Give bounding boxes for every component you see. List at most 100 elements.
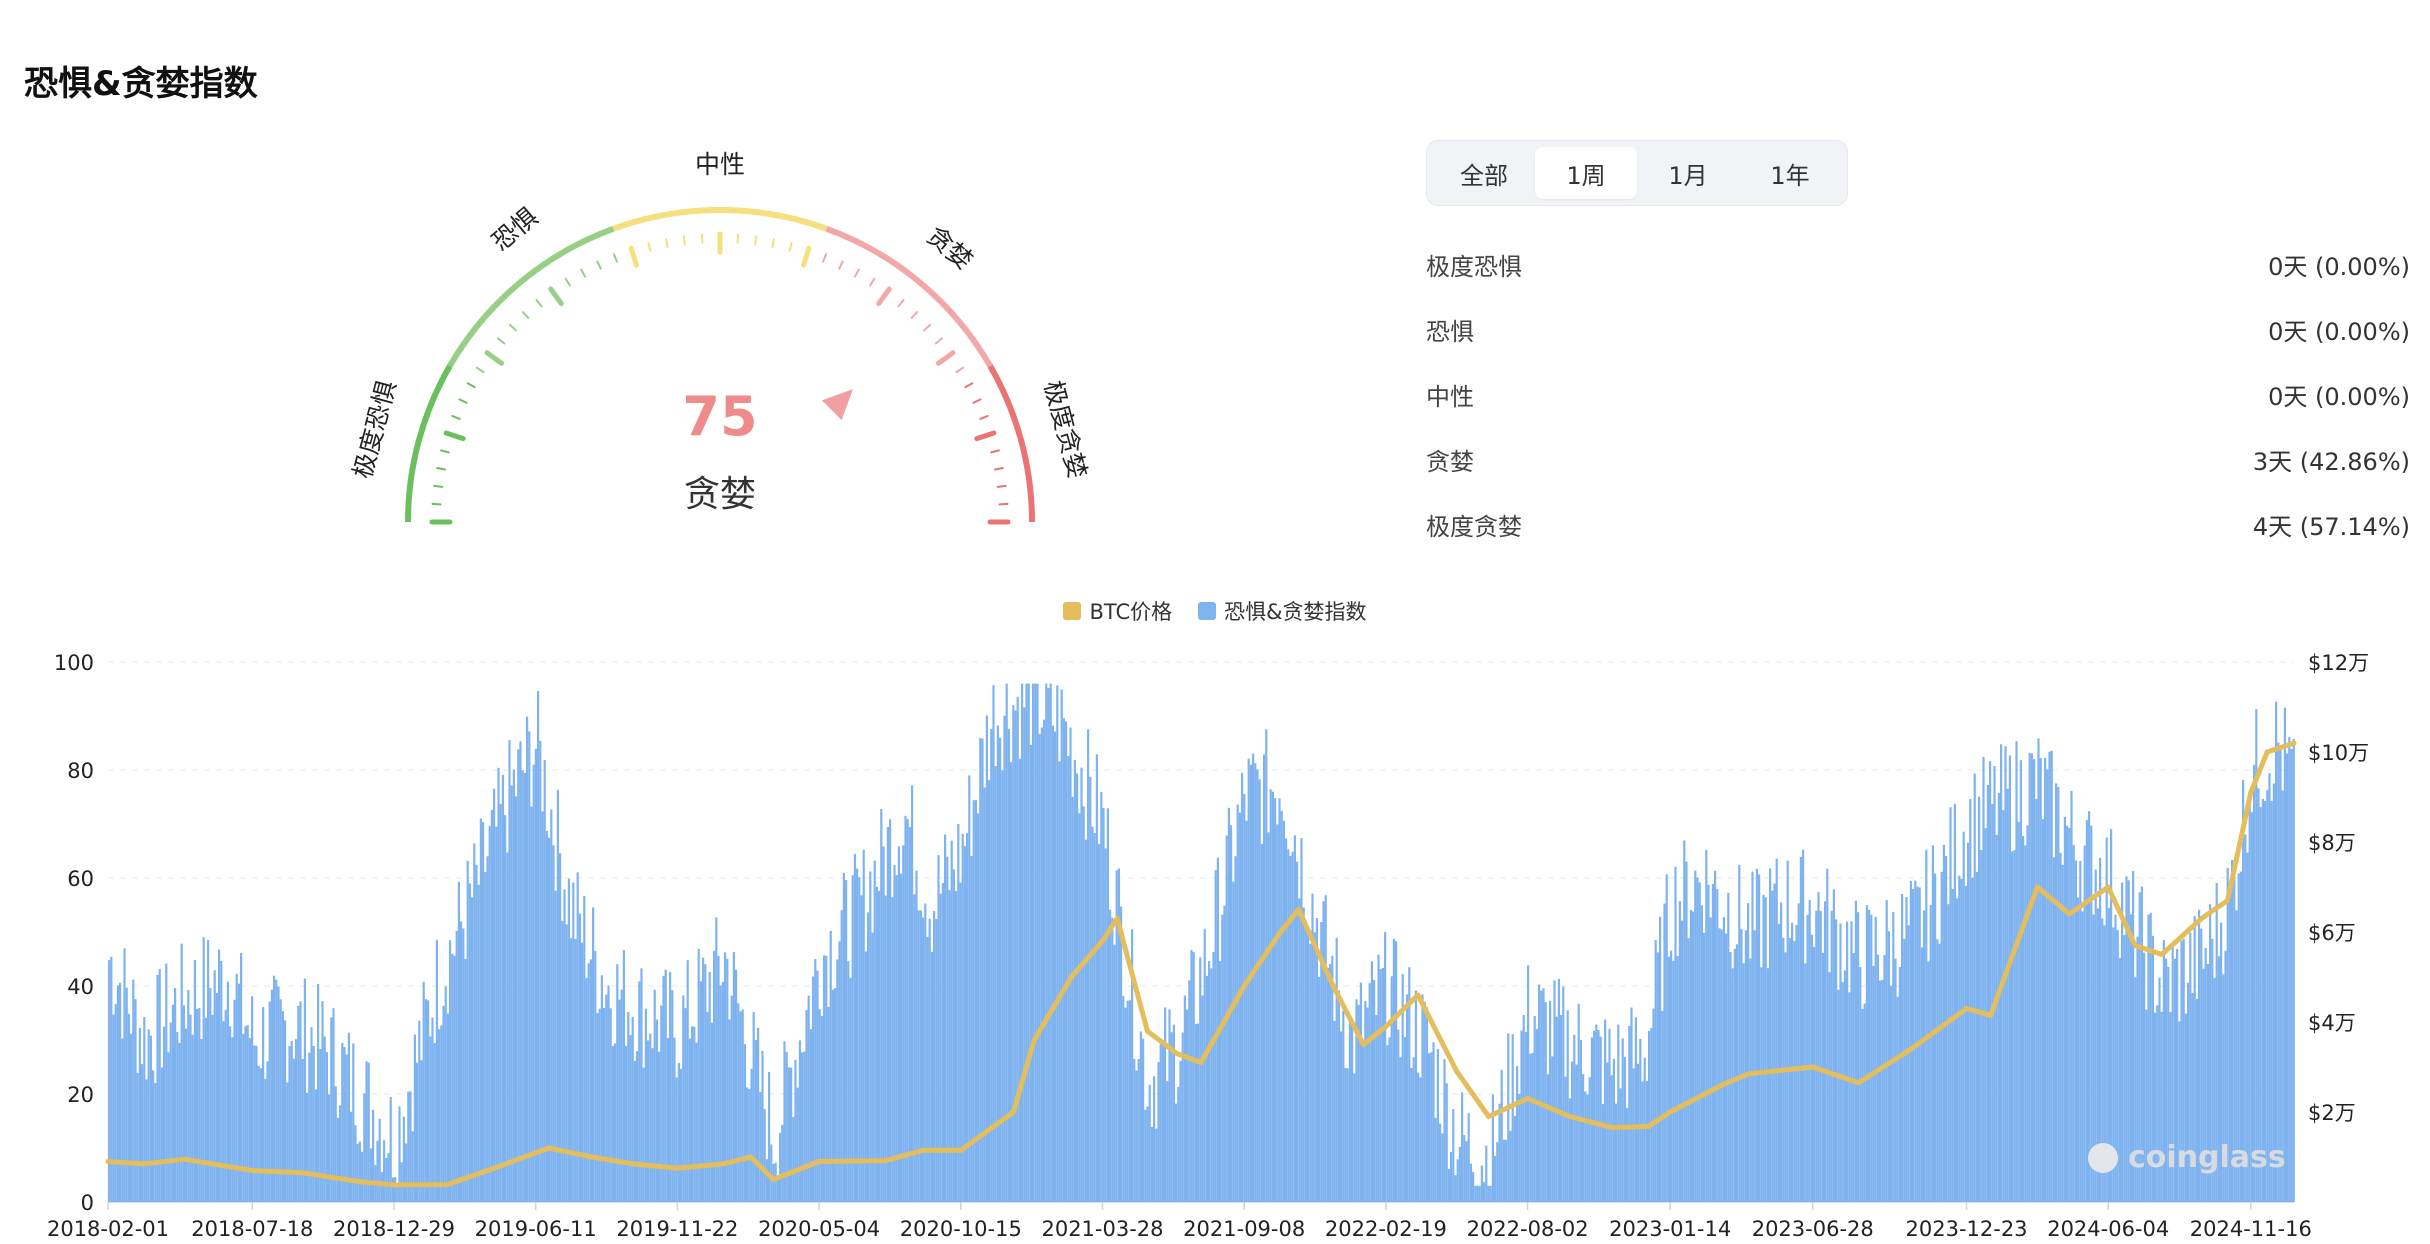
fear-greed-bar	[455, 930, 458, 1202]
fear-greed-bar	[1007, 728, 1010, 1202]
fear-greed-bar	[1513, 1116, 1516, 1202]
btc-price-point	[748, 1154, 754, 1160]
fear-greed-bar	[1546, 1074, 1549, 1202]
fear-greed-bar	[1205, 975, 1208, 1202]
fear-greed-bar	[1716, 889, 1719, 1202]
fear-greed-bar	[1313, 932, 1316, 1202]
fear-greed-bar	[1813, 947, 1816, 1202]
fear-greed-bar	[427, 1000, 430, 1202]
fear-greed-bar	[2008, 755, 2011, 1202]
fear-greed-bar	[286, 1082, 289, 1202]
fear-greed-bar	[1742, 963, 1745, 1202]
fear-greed-bar	[1586, 1094, 1589, 1202]
fear-greed-bar	[451, 953, 454, 1202]
y-left-tick-label: 80	[67, 759, 94, 783]
btc-price-point	[1964, 1006, 1970, 1011]
legend-swatch-fgi	[1198, 602, 1217, 620]
btc-price-point	[1144, 1028, 1150, 1034]
fear-greed-bar	[253, 1045, 256, 1202]
fear-greed-bar	[1522, 1014, 1525, 1202]
stat-label: 中性	[1426, 383, 1474, 411]
fear-greed-bar	[1575, 1064, 1578, 1202]
fear-greed-bar	[1428, 1053, 1431, 1202]
fear-greed-bar	[347, 1032, 350, 1202]
fear-greed-bar	[1133, 1058, 1136, 1202]
fear-greed-bar	[1674, 866, 1677, 1202]
fear-greed-bar	[1685, 861, 1688, 1202]
fear-greed-bar	[180, 943, 183, 1202]
fear-greed-bar	[539, 740, 542, 1202]
y-right-tick-label: $12万	[2308, 651, 2369, 675]
fear-greed-bar	[1795, 924, 1798, 1202]
fear-greed-bar	[1159, 1042, 1162, 1202]
fear-greed-bar	[1821, 952, 1824, 1202]
fear-greed-bar	[495, 826, 498, 1202]
tab-all[interactable]: 全部	[1433, 147, 1535, 199]
legend-item-fgi[interactable]: 恐惧&贪婪指数	[1198, 596, 1367, 626]
fear-greed-bar	[1654, 939, 1657, 1202]
fear-greed-bar	[2044, 757, 2047, 1202]
fear-greed-bar	[292, 1058, 295, 1202]
fear-greed-bar	[1076, 773, 1079, 1202]
fear-greed-bar	[1124, 1007, 1127, 1202]
fear-greed-bar	[1010, 762, 1013, 1202]
fear-greed-bar	[1652, 1008, 1655, 1202]
fear-greed-bar	[746, 1087, 749, 1202]
fear-greed-bar	[339, 1105, 342, 1202]
fear-greed-bar	[116, 985, 119, 1202]
btc-price-point	[1241, 983, 1247, 989]
fear-greed-bar	[1518, 1094, 1521, 1202]
fear-greed-bar	[730, 995, 733, 1202]
fear-greed-bar	[1531, 1052, 1534, 1202]
fear-greed-bar	[1201, 995, 1204, 1202]
fear-greed-bar	[152, 1070, 155, 1202]
fear-greed-bar	[1287, 849, 1290, 1202]
fear-greed-bar	[1936, 939, 1939, 1202]
fear-greed-bar	[893, 865, 896, 1202]
fear-greed-bar	[328, 1094, 331, 1202]
btc-price-point	[1667, 1109, 1673, 1115]
tab-1-week[interactable]: 1周	[1535, 147, 1637, 199]
fear-greed-bar	[275, 979, 278, 1202]
legend-item-btc[interactable]: BTC价格	[1063, 596, 1172, 626]
fear-greed-bar	[1450, 1151, 1453, 1202]
fear-greed-bar	[1128, 1000, 1131, 1202]
fear-greed-bar	[354, 1125, 357, 1202]
btc-price-point	[1114, 916, 1120, 921]
fear-greed-bar	[1729, 952, 1732, 1202]
fear-greed-bar	[735, 969, 738, 1202]
fear-greed-bar	[284, 1020, 287, 1202]
y-right-tick-label: $2万	[2308, 1101, 2356, 1125]
fear-greed-bar	[1747, 903, 1750, 1202]
gauge-tick	[869, 277, 876, 287]
fear-greed-bar	[596, 1013, 599, 1202]
fear-greed-bar	[1056, 685, 1059, 1202]
fear-greed-bar	[677, 1062, 680, 1202]
fear-greed-bar	[1047, 688, 1050, 1202]
fear-greed-bar	[1447, 1169, 1450, 1202]
fear-greed-bar	[358, 1141, 361, 1202]
fear-greed-bar	[158, 968, 161, 1202]
fear-greed-bar	[776, 1176, 779, 1202]
fear-greed-bar	[904, 815, 907, 1202]
fear-greed-bar	[1892, 911, 1895, 1202]
fear-greed-bar	[719, 985, 722, 1202]
fear-greed-bar	[699, 981, 702, 1202]
fear-greed-bar	[1841, 982, 1844, 1202]
fear-greed-bar	[578, 913, 581, 1202]
fear-greed-bar	[1227, 807, 1230, 1202]
btc-price-point	[1810, 1064, 1816, 1070]
fear-greed-bar	[906, 819, 909, 1202]
fear-greed-bar	[1993, 766, 1996, 1202]
tab-1-month[interactable]: 1月	[1637, 147, 1739, 199]
fear-greed-bar	[2039, 757, 2042, 1202]
fear-greed-bar	[174, 987, 177, 1202]
fear-greed-bar	[1854, 900, 1857, 1202]
fear-greed-bar	[2002, 809, 2005, 1202]
fear-greed-bar	[2063, 816, 2066, 1202]
fear-greed-bar	[378, 1118, 381, 1202]
fear-greed-bar	[2030, 753, 2033, 1202]
btc-price-point	[1068, 974, 1074, 980]
tab-1-year[interactable]: 1年	[1739, 147, 1841, 199]
fear-greed-btc-chart[interactable]: 0 20 40 60 80 100 $2万 $4万 $6万 $8万 $10万 $12万 2018-02-…	[0, 640, 2430, 1244]
